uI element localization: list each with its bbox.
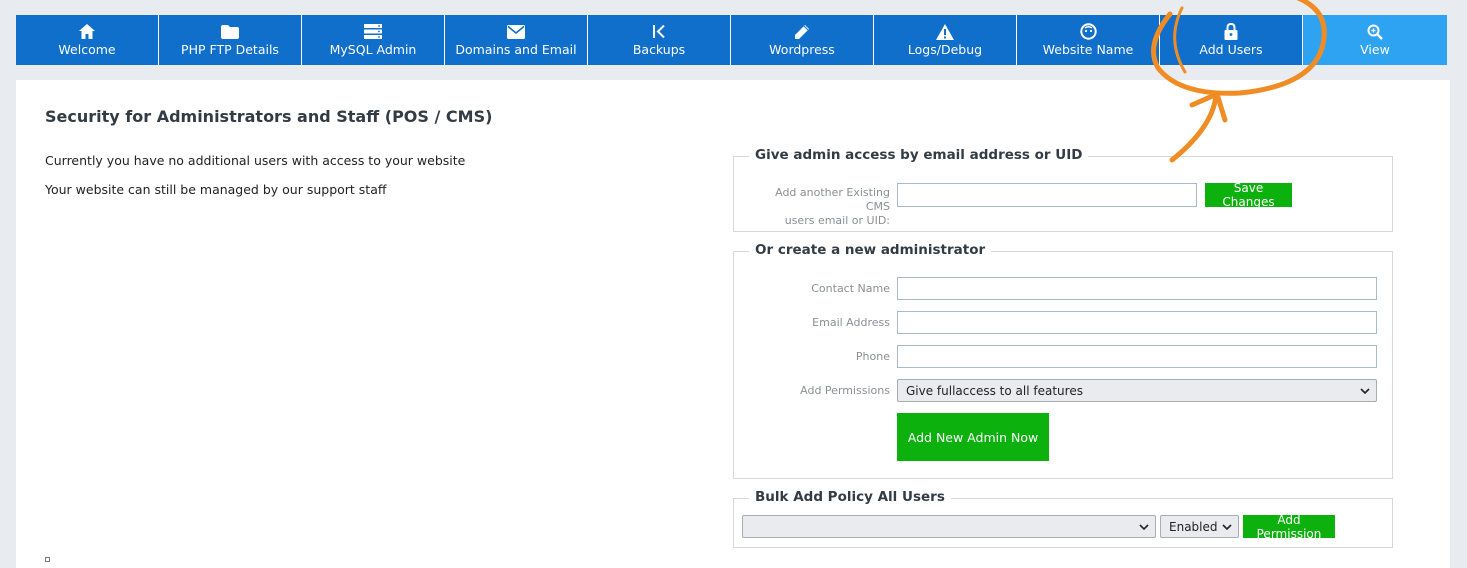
top-navigation: Welcome PHP FTP Details MySQL Admin Doma…: [16, 15, 1450, 65]
contact-name-input[interactable]: [897, 277, 1377, 300]
email-address-input[interactable]: [897, 311, 1377, 334]
permissions-select[interactable]: Give fullaccess to all features: [897, 379, 1377, 402]
existing-user-fieldset: Give admin access by email address or UI…: [733, 147, 1393, 232]
add-new-admin-button[interactable]: Add New Admin Now: [897, 413, 1049, 461]
nav-label: PHP FTP Details: [181, 42, 279, 57]
nav-label: Logs/Debug: [907, 42, 983, 57]
broken-image-icon: [45, 557, 50, 562]
chevron-down-icon: [1222, 521, 1232, 535]
lock-icon: [1224, 23, 1238, 40]
nav-domains-and-email[interactable]: Domains and Email: [445, 15, 588, 65]
folder-icon: [221, 23, 239, 40]
nav-website-name[interactable]: Website Name: [1017, 15, 1160, 65]
bulk-status-select[interactable]: Enabled: [1160, 515, 1239, 538]
create-admin-fieldset: Or create a new administrator Contact Na…: [733, 242, 1393, 479]
backup-icon: [652, 23, 666, 40]
permissions-selected-value: Give fullaccess to all features: [906, 383, 1083, 398]
pencil-icon: [794, 23, 810, 40]
nav-label: Welcome: [58, 42, 116, 57]
existing-user-label: Add another Existing CMS users email or …: [750, 186, 890, 228]
warning-icon: [936, 23, 954, 40]
phone-input[interactable]: [897, 345, 1377, 368]
nav-php-ftp-details[interactable]: PHP FTP Details: [159, 15, 302, 65]
bulk-policy-fieldset: Bulk Add Policy All Users Enabled Add Pe…: [733, 489, 1393, 548]
chevron-down-icon: [1360, 385, 1370, 399]
bulk-policy-legend: Bulk Add Policy All Users: [749, 489, 951, 505]
phone-label: Phone: [855, 350, 890, 363]
database-icon: [364, 23, 382, 40]
content-panel: Security for Administrators and Staff (P…: [16, 80, 1450, 568]
zoom-icon: [1367, 23, 1383, 40]
save-changes-button[interactable]: Save Changes: [1205, 181, 1292, 209]
nav-wordpress[interactable]: Wordpress: [731, 15, 874, 65]
chevron-down-icon: [1139, 521, 1149, 535]
email-address-label: Email Address: [812, 316, 890, 329]
envelope-icon: [507, 23, 525, 40]
add-permission-button[interactable]: Add Permission: [1243, 513, 1335, 541]
existing-user-legend: Give admin access by email address or UI…: [749, 147, 1089, 163]
bulk-policy-select[interactable]: [742, 515, 1156, 538]
info-no-users: Currently you have no additional users w…: [45, 153, 466, 168]
contact-name-label: Contact Name: [811, 282, 890, 295]
nav-backups[interactable]: Backups: [588, 15, 731, 65]
permissions-label: Add Permissions: [800, 384, 890, 397]
nav-logs-debug[interactable]: Logs/Debug: [874, 15, 1017, 65]
existing-user-email-input[interactable]: [897, 183, 1197, 207]
existing-user-label-line-2: users email or UID:: [784, 214, 890, 227]
bulk-status-selected-value: Enabled: [1169, 519, 1218, 534]
nav-label: Website Name: [1042, 42, 1134, 57]
nav-add-users[interactable]: Add Users: [1160, 15, 1303, 65]
nav-welcome[interactable]: Welcome: [16, 15, 159, 65]
nav-label: Wordpress: [769, 42, 835, 57]
info-support-staff: Your website can still be managed by our…: [45, 182, 387, 197]
nav-label: View: [1360, 42, 1390, 57]
nav-label: MySQL Admin: [329, 42, 417, 57]
face-icon: [1079, 23, 1097, 40]
home-icon: [79, 23, 95, 40]
existing-user-label-line-1: Add another Existing CMS: [775, 186, 890, 213]
nav-mysql-admin[interactable]: MySQL Admin: [302, 15, 445, 65]
nav-label: Backups: [632, 42, 686, 57]
page-title: Security for Administrators and Staff (P…: [45, 107, 493, 126]
nav-label: Add Users: [1199, 42, 1263, 57]
nav-view[interactable]: View: [1303, 15, 1447, 65]
create-admin-legend: Or create a new administrator: [749, 242, 992, 258]
nav-label: Domains and Email: [455, 42, 577, 57]
